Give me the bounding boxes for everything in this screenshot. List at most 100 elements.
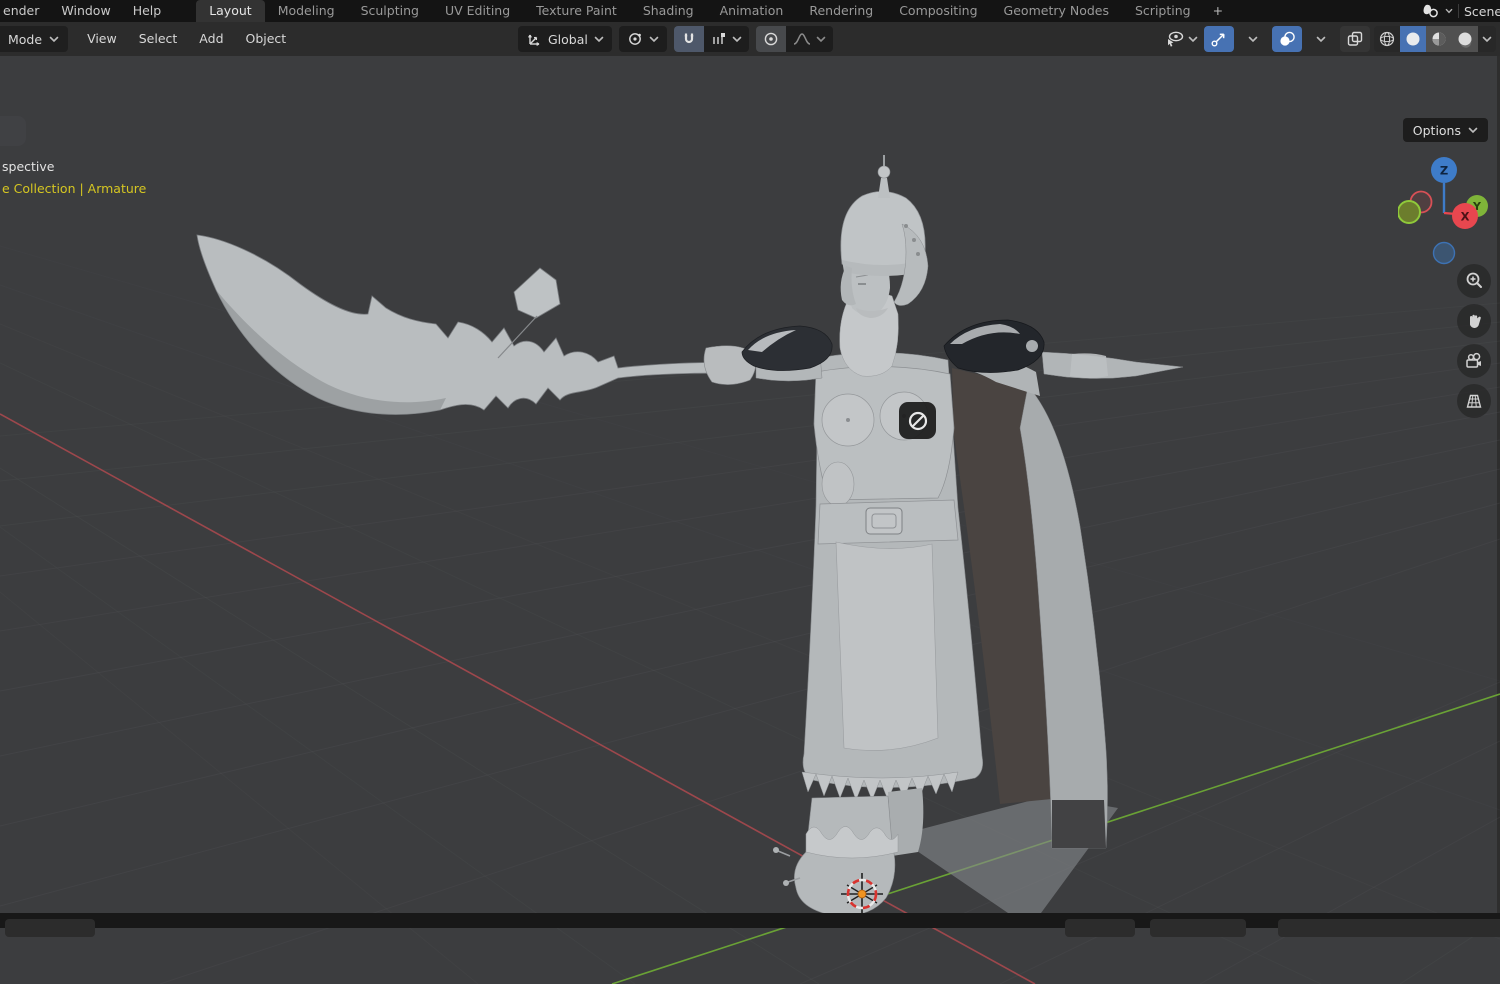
viewport-nav-buttons [1457,264,1491,418]
tab-shading[interactable]: Shading [630,0,707,22]
wireframe-shading-button[interactable] [1374,26,1400,52]
shading-dropdown[interactable] [1478,26,1496,52]
falloff-curve-icon [793,33,811,45]
pan-button[interactable] [1457,304,1491,338]
snap-target-dropdown[interactable] [703,26,749,52]
mode-label: Mode [8,31,43,47]
apron [835,541,939,751]
magnet-icon [684,33,694,44]
pan-hand-icon [1470,314,1481,328]
zoom-button[interactable] [1457,264,1491,298]
statusbar-button[interactable] [1150,919,1246,937]
ortho-toggle-button[interactable] [1457,384,1491,418]
add-workspace-button[interactable]: + [1204,0,1232,22]
overlays-dropdown[interactable] [1306,26,1336,52]
workspace-tabs: Layout Modeling Sculpting UV Editing Tex… [196,0,1232,22]
tab-layout[interactable]: Layout [196,0,265,22]
gizmo-neg-y-ball[interactable] [1398,200,1421,224]
disabled-cursor-badge [899,402,936,439]
active-object-overlay: e Collection | Armature [2,181,147,196]
show-overlays-toggle[interactable] [1272,26,1302,52]
pivot-point-dropdown[interactable] [618,26,667,52]
disabled-cursor-icon [908,411,927,430]
visibility-dropdown[interactable] [1163,26,1200,52]
xray-icon [1347,31,1363,46]
gizmo-neg-z-ball[interactable] [1432,241,1456,265]
overlays-icon [1280,31,1295,46]
rendered-shading-icon [1458,32,1472,48]
chevron-down-icon [594,36,604,42]
chevron-down-icon [816,36,826,42]
weapon-cone [513,267,561,319]
weapon-glaive [196,234,753,415]
material-shading-button[interactable] [1426,26,1452,52]
character-model [703,155,1184,917]
wireframe-shading-icon [1379,31,1395,47]
proportional-edit-group [755,26,833,52]
camera-view-icon [1466,352,1481,368]
options-label: Options [1412,122,1461,138]
pivot-point-icon [628,33,641,45]
menu-view[interactable]: View [76,22,128,56]
gizmo-z-label: Z [1440,164,1448,178]
menu-add[interactable]: Add [188,22,234,56]
material-shading-icon [1432,32,1446,46]
chevron-down-icon [1468,127,1478,133]
xray-toggle[interactable] [1340,26,1370,52]
transform-orientation-dropdown[interactable]: Global [518,26,612,52]
tab-compositing[interactable]: Compositing [886,0,990,22]
chevron-down-icon [1445,8,1453,14]
chevron-down-icon [732,36,742,42]
options-button[interactable]: Options [1402,118,1488,142]
solid-shading-button[interactable] [1400,26,1426,52]
menu-window[interactable]: Window [50,0,121,22]
topbar: ender Window Help Layout Modeling Sculpt… [0,0,1500,22]
statusbar-button[interactable] [1065,919,1135,937]
transform-snap-cluster: Global [518,26,833,52]
statusbar [0,913,1500,937]
tab-rendering[interactable]: Rendering [796,0,886,22]
tab-sculpting[interactable]: Sculpting [348,0,432,22]
scene-selector[interactable]: Scene [1422,0,1500,22]
tab-geometry-nodes[interactable]: Geometry Nodes [991,0,1122,22]
statusbar-button[interactable] [1278,919,1500,937]
orientation-label: Global [548,31,588,47]
tab-uv-editing[interactable]: UV Editing [432,0,523,22]
zoom-icon [1466,272,1482,288]
statusbar-button[interactable] [5,919,95,937]
visibility-icon [1168,31,1184,47]
chevron-down-icon [649,36,659,42]
tab-scripting[interactable]: Scripting [1122,0,1204,22]
snap-toggle-button[interactable] [673,26,704,52]
proportional-editing-toggle[interactable] [755,26,786,52]
proportional-editing-icon [764,32,778,46]
scene-icon [1423,4,1438,18]
shading-mode-group [1374,26,1496,52]
viewport-header: Mode View Select Add Object Global [0,22,1500,56]
gizmo-toggle-icon [1211,33,1225,47]
snapping-group [673,26,749,52]
tab-texture-paint[interactable]: Texture Paint [523,0,630,22]
gizmo-dropdown[interactable] [1238,26,1268,52]
scene-render [0,155,1500,984]
menu-help[interactable]: Help [122,0,173,22]
menu-object[interactable]: Object [235,22,298,56]
transform-orientation-icon [528,34,540,46]
rendered-shading-button[interactable] [1452,26,1478,52]
menu-select[interactable]: Select [128,22,189,56]
view-name-overlay: spective [2,159,55,174]
chevron-down-icon [1188,36,1198,42]
tab-modeling[interactable]: Modeling [265,0,348,22]
menu-render[interactable]: ender [2,0,50,22]
3d-viewport[interactable]: spective e Collection | Armature Options… [0,56,1500,984]
camera-view-button[interactable] [1457,344,1491,378]
chevron-down-icon [49,36,59,42]
mode-dropdown[interactable]: Mode [0,26,69,52]
falloff-dropdown[interactable] [785,26,833,52]
chevron-down-icon [1316,36,1326,42]
show-gizmo-toggle[interactable] [1204,26,1234,52]
tab-animation[interactable]: Animation [707,0,797,22]
scene-name[interactable]: Scene [1464,4,1500,19]
toolbar-flap[interactable] [0,116,26,146]
navigation-gizmo[interactable]: Y X Z [1398,156,1494,268]
